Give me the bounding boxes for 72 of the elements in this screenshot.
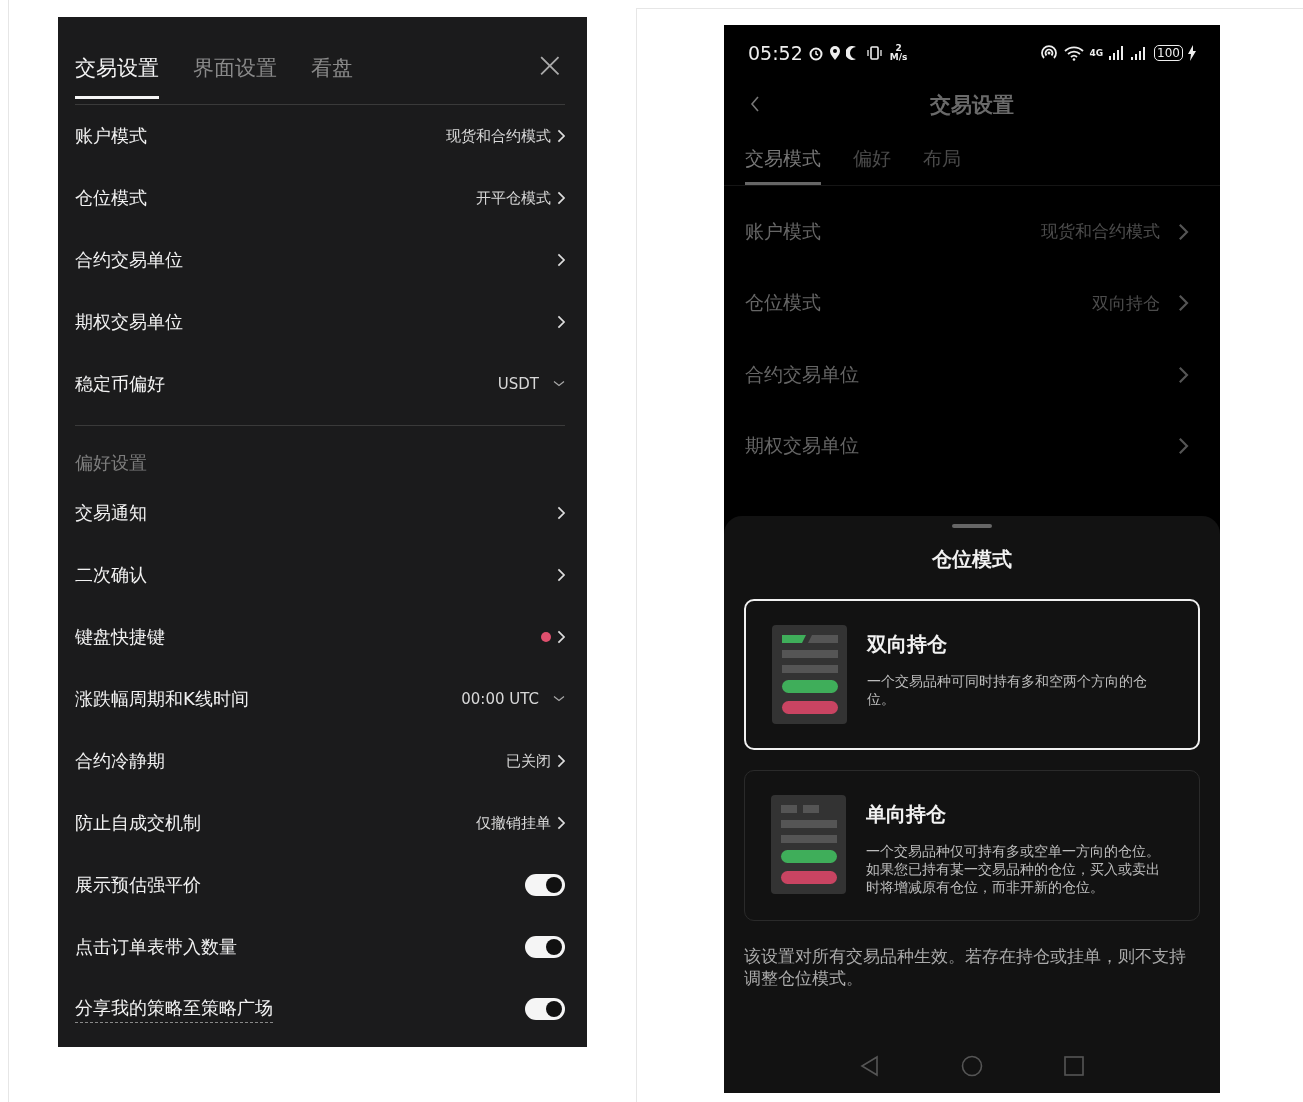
setting-value: 现货和合约模式 <box>1041 220 1161 244</box>
screen-title: 交易设置 <box>930 92 1014 119</box>
tab[interactable]: 界面设置 <box>193 25 277 99</box>
clock: 05:52 <box>748 42 803 64</box>
setting-label: 键盘快捷键 <box>75 625 165 649</box>
chevron-down-icon <box>553 695 565 703</box>
setting-value: 已关闭 <box>505 751 551 771</box>
setting-value: 00:00 UTC <box>461 690 539 708</box>
setting-label: 展示预估强平价 <box>75 873 201 897</box>
home-nav-icon[interactable] <box>961 1055 983 1077</box>
chevron-right-icon <box>1178 222 1189 241</box>
tab[interactable]: 交易模式 <box>745 146 821 185</box>
chevron-right-icon <box>1178 437 1189 456</box>
option-title: 双向持仓 <box>867 631 948 658</box>
tab[interactable]: 看盘 <box>311 25 353 99</box>
toggle-switch[interactable] <box>525 998 565 1020</box>
chevron-right-icon <box>556 191 565 205</box>
setting-label: 合约交易单位 <box>745 361 859 387</box>
option-card[interactable]: 双向持仓 一个交易品种可同时持有多和空两个方向的仓位。 <box>744 599 1200 750</box>
setting-label: 合约交易单位 <box>75 248 183 272</box>
chevron-right-icon <box>556 129 565 143</box>
setting-label: 合约冷静期 <box>75 749 165 773</box>
setting-label: 涨跌幅周期和K线时间 <box>75 687 249 711</box>
setting-label: 仓位模式 <box>745 290 821 316</box>
vibrate-icon <box>864 45 883 61</box>
chevron-right-icon <box>556 253 565 267</box>
setting-label: 稳定币偏好 <box>75 372 165 396</box>
option-description: 一个交易品种仅可持有多或空单一方向的仓位。如果您已持有某一交易品种的仓位，买入或卖出时将增减原有仓位，而非开新的仓位。 <box>866 842 1161 896</box>
signal-icon <box>1108 45 1125 61</box>
setting-label: 防止自成交机制 <box>75 811 201 835</box>
setting-label: 仓位模式 <box>75 186 147 210</box>
chevron-right-icon <box>556 816 565 830</box>
option-description: 一个交易品种可同时持有多和空两个方向的仓位。 <box>867 672 1148 708</box>
setting-value: USDT <box>497 375 539 393</box>
option-card[interactable]: 单向持仓 一个交易品种仅可持有多或空单一方向的仓位。如果您已持有某一交易品种的仓位，买入或卖出时将增减原有仓位，而非开新的仓位。 <box>744 770 1200 921</box>
alarm-icon <box>807 45 824 61</box>
toggle-switch[interactable] <box>525 936 565 958</box>
section-title: 偏好设置 <box>75 451 148 475</box>
setting-label: 分享我的策略至策略广场 <box>75 995 273 1023</box>
charging-icon <box>1188 45 1196 61</box>
setting-value: 开平仓模式 <box>475 188 551 208</box>
chevron-right-icon <box>556 506 565 520</box>
chevron-right-icon <box>556 315 565 329</box>
toggle-switch[interactable] <box>525 874 565 896</box>
setting-label: 账户模式 <box>75 124 147 148</box>
chevron-down-icon <box>553 380 565 388</box>
setting-label: 期权交易单位 <box>75 310 183 334</box>
tab[interactable]: 交易设置 <box>75 25 159 99</box>
network-speed: 2 M/s <box>889 44 908 62</box>
setting-value: 仅撤销挂单 <box>475 813 551 833</box>
option-title: 单向持仓 <box>866 801 947 828</box>
note-text: 该设置对所有交易品种生效。若存在持仓或挂单，则不支持调整仓位模式。 <box>744 945 1187 989</box>
setting-label: 点击订单表带入数量 <box>75 935 237 959</box>
chevron-right-icon <box>556 754 565 768</box>
setting-value: 双向持仓 <box>1092 291 1161 315</box>
sheet-title: 仓位模式 <box>931 546 1013 573</box>
location-icon <box>828 45 841 61</box>
setting-value: 现货和合约模式 <box>445 126 551 146</box>
chevron-right-icon <box>556 568 565 582</box>
setting-label: 交易通知 <box>75 501 147 525</box>
battery-level: 100 <box>1154 45 1183 61</box>
setting-label: 账户模式 <box>745 218 821 244</box>
wifi-icon <box>1064 45 1085 61</box>
setting-label: 期权交易单位 <box>745 433 859 459</box>
drag-handle[interactable] <box>952 524 992 528</box>
chevron-right-icon <box>1178 365 1189 384</box>
back-nav-icon[interactable] <box>859 1055 881 1077</box>
chevron-right-icon <box>1178 294 1189 313</box>
setting-label: 二次确认 <box>75 563 147 587</box>
network-type: 4G <box>1089 48 1104 58</box>
close-button[interactable]: × <box>534 46 565 83</box>
chevron-right-icon <box>556 630 565 644</box>
